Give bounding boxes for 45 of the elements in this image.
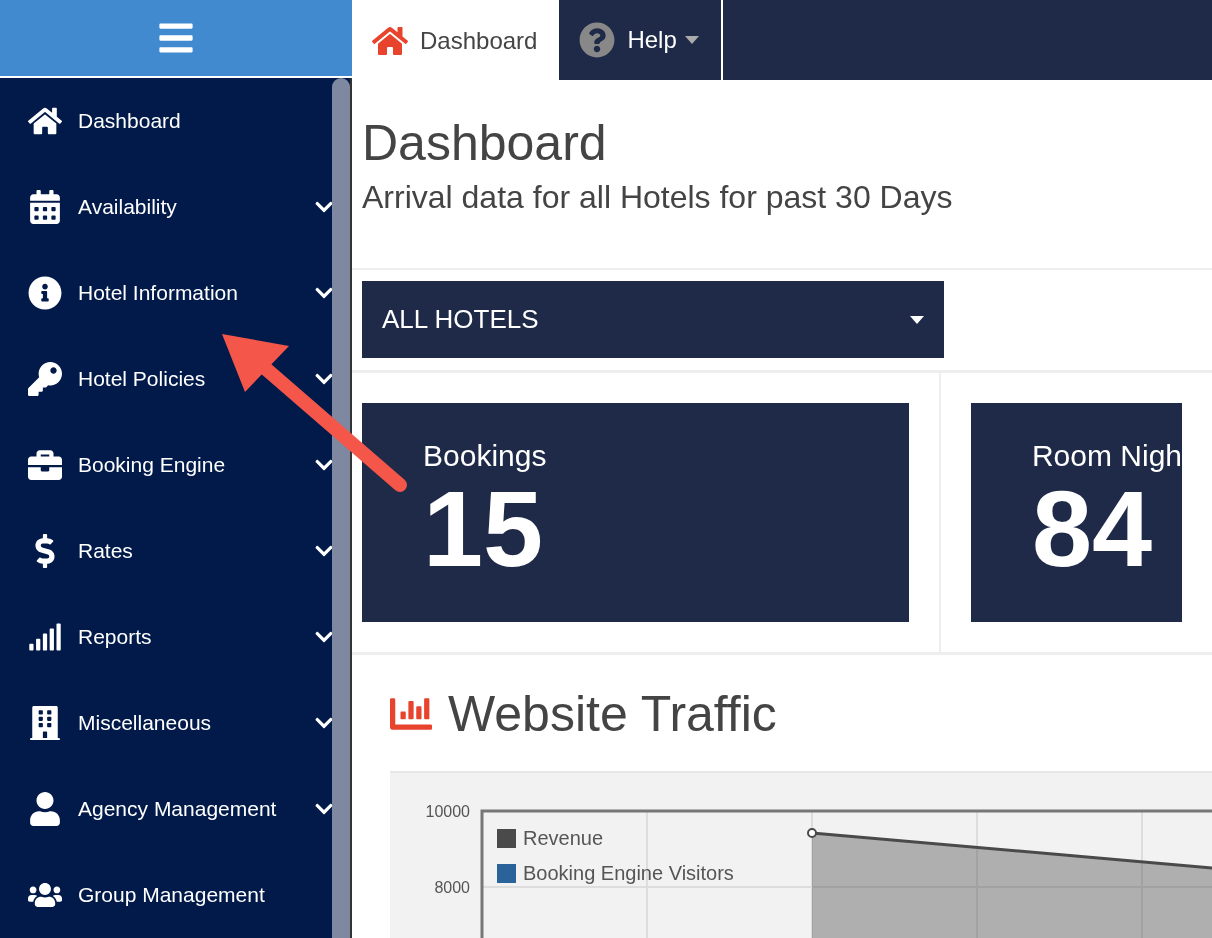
sidebar-item[interactable]: Rates <box>0 508 332 594</box>
sidebar-item[interactable]: Booking Engine <box>0 422 332 508</box>
scrollbar[interactable] <box>332 78 350 938</box>
sidebar-label: Booking Engine <box>78 453 227 477</box>
axis-label: 10000 <box>425 803 470 820</box>
sidebar-item[interactable]: Miscellaneous <box>0 680 332 766</box>
sidebar-item[interactable]: Availability <box>0 164 332 250</box>
sidebar-label: Availability <box>78 195 178 219</box>
sidebar-label: Agency Management <box>78 797 278 821</box>
tab[interactable]: Dashboard <box>352 0 560 82</box>
person-icon <box>28 792 62 826</box>
section-title: Website Traffic <box>448 685 777 743</box>
sidebar-label: Hotel Policies <box>78 367 207 391</box>
caret-icon <box>910 315 924 324</box>
info-icon <box>28 276 62 310</box>
key-icon <box>28 362 62 396</box>
bar-chart-icon <box>28 620 62 654</box>
sidebar-label: Group Management <box>78 883 266 907</box>
hotel-select[interactable]: ALL HOTELS <box>362 281 944 358</box>
stat-label: Room Nigh <box>1031 439 1182 473</box>
sidebar-item[interactable]: Agency Management <box>0 766 332 852</box>
page-subtitle: Arrival data for all Hotels for past 30 Days <box>362 179 954 216</box>
sidebar-item[interactable]: Group Management <box>0 852 332 938</box>
sidebar-label: Miscellaneous <box>78 711 213 735</box>
calendar-icon <box>28 190 62 224</box>
legend-label: Booking Engine Visitors <box>523 862 734 884</box>
sidebar-label: Rates <box>78 539 134 563</box>
stat-value: 15 <box>423 475 544 583</box>
sidebar-item[interactable]: Hotel Policies <box>0 336 332 422</box>
axis-label: 8000 <box>434 879 470 896</box>
sidebar-label: Reports <box>78 625 153 649</box>
tab-label: Dashboard <box>420 27 538 55</box>
sidebar-item[interactable]: Reports <box>0 594 332 680</box>
stat-value: 84 <box>1031 475 1153 583</box>
sidebar-label: Dashboard <box>78 109 182 133</box>
briefcase-icon <box>28 448 62 482</box>
sidebar-label: Hotel Information <box>78 281 239 305</box>
sidebar-item[interactable]: Dashboard <box>0 78 332 164</box>
building-icon <box>28 706 62 740</box>
stat-label: Bookings <box>423 439 548 473</box>
help-icon <box>579 22 616 58</box>
page-title: Dashboard <box>362 116 608 171</box>
legend-label: Revenue <box>523 827 604 849</box>
sidebar-item[interactable]: Hotel Information <box>0 250 332 336</box>
tab-label: Help <box>627 26 677 54</box>
